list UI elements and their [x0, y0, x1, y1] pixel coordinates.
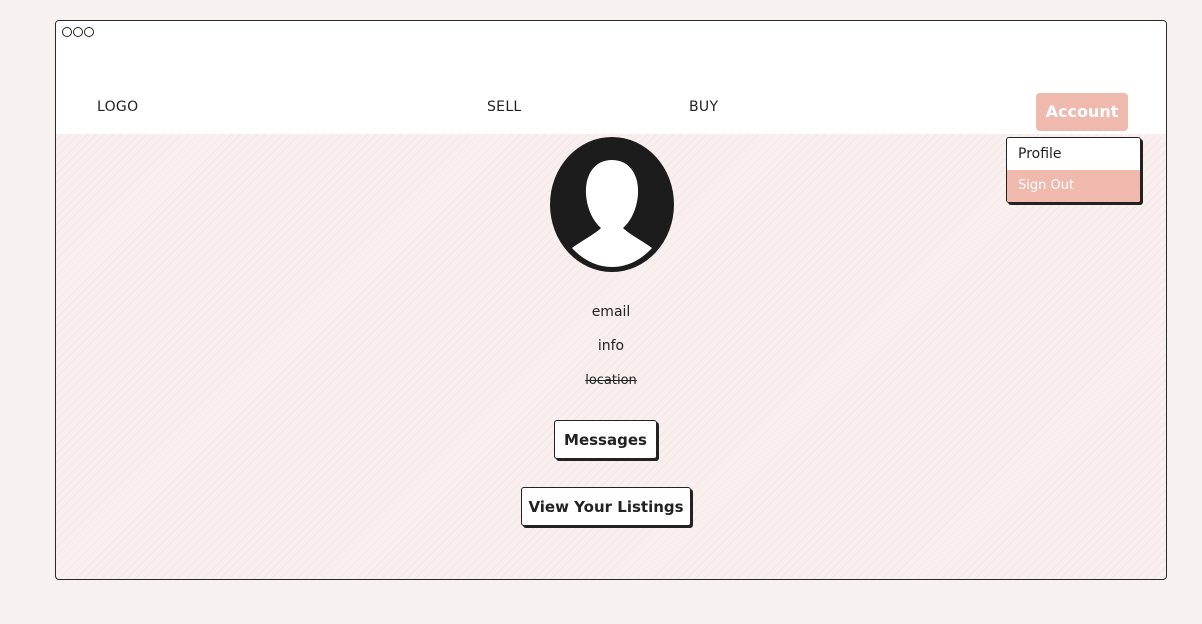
view-listings-button[interactable]: View Your Listings [521, 487, 691, 526]
top-navbar: LOGO SELL BUY Account [56, 44, 1166, 134]
window-controls [62, 27, 94, 37]
nav-sell-link[interactable]: SELL [487, 99, 522, 115]
nav-logo[interactable]: LOGO [97, 99, 138, 115]
dropdown-item-sign-out[interactable]: Sign Out [1007, 170, 1140, 202]
messages-button[interactable]: Messages [554, 420, 657, 459]
profile-location: location [585, 373, 637, 388]
window-control-circle-icon[interactable] [84, 27, 94, 37]
profile-info: info [597, 338, 625, 354]
browser-window: LOGO SELL BUY Account Profile Sign Out e… [55, 20, 1167, 580]
window-control-circle-icon[interactable] [62, 27, 72, 37]
window-titlebar [56, 21, 1166, 44]
window-control-circle-icon[interactable] [73, 27, 83, 37]
account-button[interactable]: Account [1036, 93, 1128, 131]
account-dropdown-menu: Profile Sign Out [1006, 137, 1141, 203]
nav-buy-link[interactable]: BUY [689, 99, 718, 115]
dropdown-item-profile[interactable]: Profile [1007, 138, 1140, 170]
user-avatar-icon [550, 137, 674, 272]
profile-email: email [591, 304, 631, 320]
